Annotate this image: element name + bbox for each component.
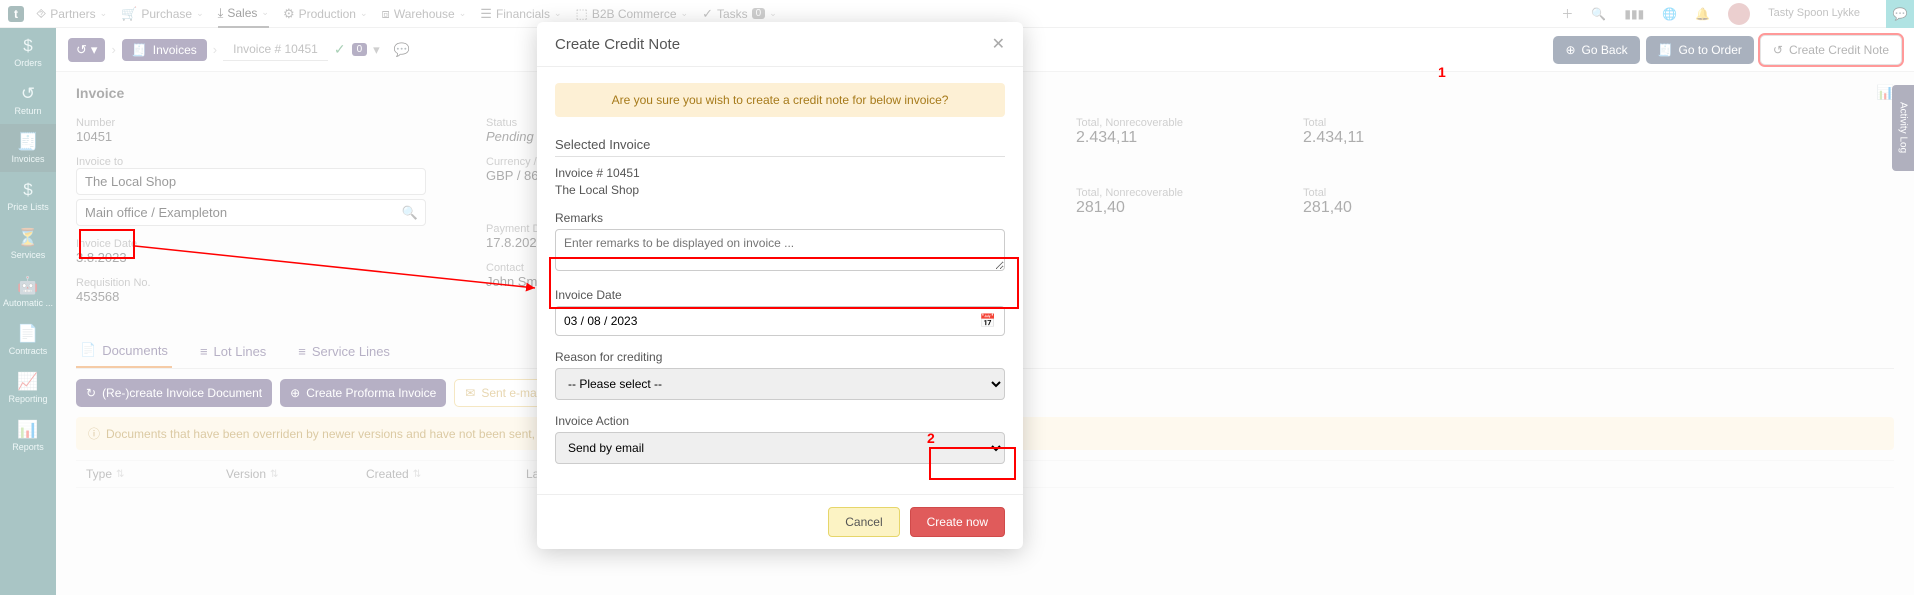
reason-label: Reason for crediting	[555, 350, 1005, 364]
modal-invoice-date-input[interactable]	[564, 307, 980, 335]
reason-select[interactable]: -- Please select --	[555, 368, 1005, 400]
remarks-textarea[interactable]	[555, 229, 1005, 271]
selected-invoice-customer: The Local Shop	[555, 182, 1005, 199]
invoice-action-select[interactable]: Send by email	[555, 432, 1005, 464]
create-credit-note-modal: Create Credit Note ✕ Are you sure you wi…	[537, 22, 1023, 549]
create-now-button[interactable]: Create now	[910, 507, 1005, 537]
invoice-action-label: Invoice Action	[555, 414, 1005, 428]
cancel-button[interactable]: Cancel	[828, 507, 899, 537]
modal-title: Create Credit Note	[555, 36, 680, 53]
calendar-icon[interactable]: 📅	[980, 313, 996, 329]
selected-invoice-number: Invoice # 10451	[555, 165, 1005, 182]
modal-invoice-date-label: Invoice Date	[555, 288, 1005, 302]
selected-invoice-label: Selected Invoice	[555, 137, 1005, 152]
remarks-label: Remarks	[555, 211, 1005, 225]
close-icon[interactable]: ✕	[992, 34, 1005, 54]
modal-warning: Are you sure you wish to create a credit…	[555, 83, 1005, 117]
